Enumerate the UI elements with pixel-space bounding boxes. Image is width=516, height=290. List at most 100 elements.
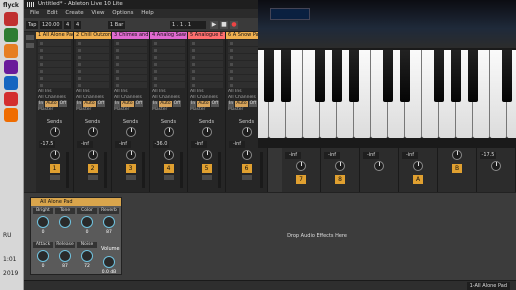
send-knob[interactable] (125, 127, 136, 137)
macro-control[interactable]: Bright 0 (33, 208, 53, 235)
menu-options[interactable]: Options (112, 9, 133, 18)
solo-button[interactable] (125, 175, 136, 180)
clip-slot[interactable] (190, 82, 223, 88)
macro-control[interactable]: Release 87 (55, 242, 75, 269)
return-activator-button[interactable]: A (413, 175, 423, 184)
volume-readout[interactable]: -inf (115, 141, 131, 148)
return-activator-button[interactable]: B (452, 164, 462, 173)
menu-help[interactable]: Help (141, 9, 154, 18)
app-icon[interactable] (4, 60, 18, 74)
macro-knob[interactable] (59, 250, 71, 262)
pan-knob[interactable] (201, 150, 212, 160)
arrangement-position[interactable]: 1 . 1 . 1 (170, 21, 206, 29)
time-signature-numerator[interactable]: 4 (64, 21, 72, 29)
solo-button[interactable] (163, 175, 174, 180)
app-icon[interactable] (4, 44, 18, 58)
clip-slot[interactable] (152, 75, 185, 81)
clip-slot[interactable] (114, 54, 147, 60)
send-knob[interactable] (49, 127, 60, 137)
output-type[interactable]: Master (36, 107, 73, 113)
clip-slot[interactable] (114, 47, 147, 53)
app-icon[interactable] (4, 92, 18, 106)
volume-readout[interactable]: -inf (363, 152, 379, 159)
clip-slot[interactable] (152, 61, 185, 67)
track-indicator[interactable]: 1-All Alone Pad (466, 282, 510, 290)
app-icon[interactable] (4, 76, 18, 90)
macro-control[interactable]: 0.0 dB (99, 254, 119, 275)
volume-readout[interactable]: -inf (324, 152, 340, 159)
stop-icon[interactable]: ■ (220, 21, 228, 29)
audio-effects-drop-zone[interactable]: Drop Audio Effects Here (124, 197, 510, 275)
menu-create[interactable]: Create (65, 9, 83, 18)
pan-knob[interactable] (335, 161, 345, 171)
track-header[interactable]: 1 All Alone Pad (36, 32, 73, 39)
clip-slot[interactable] (76, 82, 109, 88)
volume-readout[interactable]: -36.0 (153, 141, 169, 148)
solo-button[interactable] (241, 175, 252, 180)
track-activator-button[interactable]: 5 (201, 164, 212, 173)
macro-control[interactable]: Attack 0 (33, 242, 53, 269)
send-knob[interactable] (241, 127, 252, 137)
macro-control[interactable]: Color 0 (77, 208, 97, 235)
clip-slot[interactable] (76, 61, 109, 67)
macro-knob[interactable] (81, 216, 93, 228)
output-type[interactable]: Master (112, 107, 149, 113)
volume-readout[interactable]: -inf (229, 141, 245, 148)
clip-slot[interactable] (76, 47, 109, 53)
pan-knob[interactable] (163, 150, 174, 160)
send-knob[interactable] (201, 127, 212, 137)
track-header[interactable]: 5 Analogue E (188, 32, 225, 39)
clip-slot[interactable] (114, 61, 147, 67)
clip-slot[interactable] (190, 75, 223, 81)
pan-knob[interactable] (49, 150, 60, 160)
track-activator-button[interactable]: 2 (87, 164, 98, 173)
pan-knob[interactable] (87, 150, 98, 160)
browser-toggle-icon[interactable] (26, 35, 34, 40)
macro-knob[interactable] (103, 216, 115, 228)
clip-slot[interactable] (114, 75, 147, 81)
metronome-quantize[interactable]: 1 Bar (108, 21, 126, 29)
clip-slot[interactable] (190, 40, 223, 46)
track-activator-button[interactable]: 8 (335, 175, 345, 184)
clip-slot[interactable] (190, 61, 223, 67)
tap-button[interactable]: Tap (26, 21, 39, 29)
macro-knob[interactable] (37, 250, 49, 262)
master-pan-knob[interactable] (491, 161, 501, 171)
menu-view[interactable]: View (91, 9, 104, 18)
menu-edit[interactable]: Edit (47, 9, 58, 18)
play-icon[interactable]: ▶ (210, 21, 218, 29)
pan-knob[interactable] (241, 150, 252, 160)
clip-slot[interactable] (190, 47, 223, 53)
clip-slot[interactable] (76, 54, 109, 60)
track-header[interactable]: 2 Chill Outzone (74, 32, 111, 39)
pan-knob[interactable] (413, 161, 423, 171)
app-icon[interactable] (4, 108, 18, 122)
macro-knob[interactable] (37, 216, 49, 228)
send-knob[interactable] (87, 127, 98, 137)
record-icon[interactable]: ● (230, 21, 238, 29)
macro-knob[interactable] (59, 216, 71, 228)
macro-control[interactable]: Tone (55, 208, 75, 230)
master-volume-readout[interactable]: -17.5 (480, 152, 496, 159)
clip-slot[interactable] (152, 68, 185, 74)
clip-slot[interactable] (190, 68, 223, 74)
macro-knob[interactable] (81, 250, 93, 262)
app-icon[interactable] (4, 12, 18, 26)
rack-title[interactable]: All Alone Pad (31, 198, 121, 206)
clip-slot[interactable] (38, 75, 71, 81)
pan-knob[interactable] (125, 150, 136, 160)
volume-readout[interactable]: -inf (402, 152, 418, 159)
clip-slot[interactable] (38, 61, 71, 67)
output-type[interactable]: Master (188, 107, 225, 113)
app-icon[interactable] (4, 28, 18, 42)
pan-knob[interactable] (452, 150, 462, 160)
track-activator-button[interactable]: 6 (241, 164, 252, 173)
keyboard-layout[interactable]: RU (3, 232, 12, 239)
volume-readout[interactable]: -inf (77, 141, 93, 148)
volume-knob[interactable] (103, 256, 115, 268)
track-header[interactable]: 4 Analog Saw (150, 32, 187, 39)
track-activator-button[interactable]: 1 (49, 164, 60, 173)
clip-slot[interactable] (152, 47, 185, 53)
browser-toggle-icon[interactable] (26, 43, 34, 48)
solo-button[interactable] (49, 175, 60, 180)
